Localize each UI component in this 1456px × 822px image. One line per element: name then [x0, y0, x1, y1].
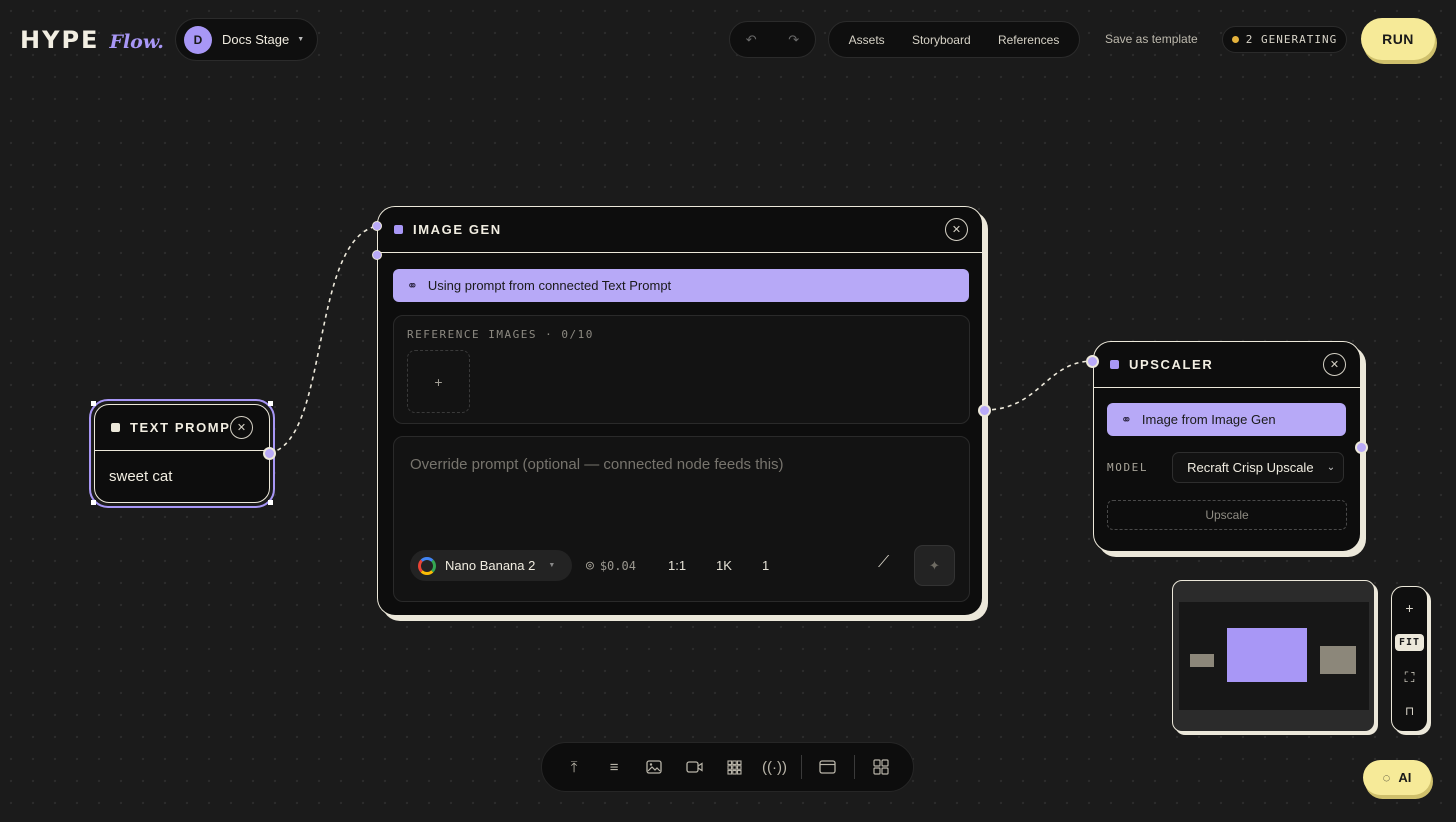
- toolbar-divider: [853, 755, 855, 779]
- node-type-icon: [1110, 360, 1119, 369]
- upload-icon[interactable]: ⤒: [560, 753, 588, 781]
- model-row: MODEL Recraft Crisp Upscale ⌄: [1107, 452, 1345, 483]
- close-icon[interactable]: ✕: [945, 218, 968, 241]
- magic-wand-icon[interactable]: ⟋: [878, 554, 889, 572]
- redo-icon[interactable]: ↷: [788, 32, 799, 48]
- link-banner-text: Using prompt from connected Text Prompt: [427, 278, 672, 293]
- input-port[interactable]: [1086, 355, 1099, 368]
- app-logo[interactable]: HYPE Flow.: [20, 26, 164, 54]
- generating-label: 2 GENERATING: [1245, 33, 1338, 46]
- google-icon: [418, 556, 436, 575]
- nav-references[interactable]: References: [998, 33, 1059, 47]
- input-port[interactable]: [372, 221, 382, 231]
- node-title: IMAGE GEN: [413, 222, 502, 237]
- avatar: D: [184, 25, 212, 54]
- image-link-banner: ⚭ Image from Image Gen: [1107, 403, 1346, 436]
- chevron-down-icon: ▼: [548, 562, 556, 569]
- upscaler-node[interactable]: UPSCALER ✕ ⚭ Image from Image Gen MODEL …: [1093, 341, 1361, 552]
- minimap-node-upscaler: [1320, 646, 1356, 674]
- layout-icon[interactable]: [867, 753, 895, 781]
- ai-assistant-button[interactable]: ◌ AI: [1363, 760, 1431, 795]
- logo-hype: HYPE: [20, 26, 100, 54]
- status-dot-icon: [1231, 36, 1239, 43]
- chevron-down-icon: ⌄: [1326, 462, 1336, 473]
- aspect-ratio-option[interactable]: 1:1: [668, 558, 686, 573]
- zoom-controls: + FIT ⛶ ⊓: [1391, 586, 1428, 732]
- audio-icon[interactable]: ((·)): [761, 753, 789, 781]
- ai-label: AI: [1398, 770, 1412, 785]
- link-banner-text: Image from Image Gen: [1141, 412, 1276, 427]
- override-prompt-placeholder: Override prompt (optional — connected no…: [410, 456, 784, 473]
- model-selector[interactable]: Nano Banana 2 ▼: [410, 550, 572, 581]
- link-icon: ⚭: [1121, 411, 1132, 427]
- output-port[interactable]: [978, 404, 991, 417]
- prompt-link-banner: ⚭ Using prompt from connected Text Promp…: [393, 269, 969, 302]
- image-icon[interactable]: [640, 753, 668, 781]
- minimap-viewport: [1179, 602, 1369, 710]
- nav-storyboard[interactable]: Storyboard: [912, 33, 971, 47]
- resolution-option[interactable]: 1K: [716, 558, 732, 573]
- prompt-text[interactable]: sweet cat: [95, 451, 269, 502]
- output-port[interactable]: [1355, 441, 1368, 454]
- sparkle-icon: ✦: [929, 557, 940, 573]
- upscale-model-select[interactable]: Recraft Crisp Upscale ⌄: [1172, 452, 1345, 483]
- override-prompt-area[interactable]: Override prompt (optional — connected no…: [393, 436, 970, 602]
- history-controls: ↶ ↷: [729, 21, 816, 58]
- chevron-down-icon: ▼: [297, 36, 305, 43]
- grid-icon[interactable]: [720, 753, 748, 781]
- output-port[interactable]: [263, 447, 276, 460]
- minimap-node-image-gen: [1227, 628, 1307, 682]
- link-icon: ⚭: [407, 277, 418, 293]
- node-header[interactable]: UPSCALER ✕: [1094, 342, 1360, 388]
- generating-status[interactable]: 2 GENERATING: [1222, 26, 1347, 53]
- cost-display: ◎ $0.04: [586, 558, 636, 573]
- clapper-icon[interactable]: [814, 753, 842, 781]
- close-icon[interactable]: ✕: [1323, 353, 1346, 376]
- edge-imagegen-to-upscaler: [983, 360, 1093, 411]
- fit-button[interactable]: FIT: [1394, 634, 1425, 651]
- model-name: Nano Banana 2: [445, 558, 536, 573]
- edge-text-to-imagegen: [269, 225, 378, 454]
- logo-flow: Flow.: [109, 31, 164, 53]
- minimap-node-text-prompt: [1190, 654, 1214, 667]
- bottom-toolbar: ⤒ ≡ ((·)): [541, 742, 914, 792]
- reference-images-label: REFERENCE IMAGES · 0/10: [407, 328, 594, 341]
- toolbar-divider: [800, 755, 802, 779]
- upscale-button[interactable]: Upscale: [1107, 500, 1347, 530]
- close-icon[interactable]: ✕: [230, 416, 253, 439]
- cost-value: $0.04: [599, 558, 636, 573]
- nav-assets[interactable]: Assets: [849, 33, 885, 47]
- zoom-in-button[interactable]: +: [1405, 600, 1413, 616]
- save-template-button[interactable]: Save as template: [1105, 32, 1198, 46]
- chat-icon: ◌: [1382, 770, 1391, 785]
- generate-button[interactable]: ✦: [914, 545, 955, 586]
- node-type-icon: [394, 225, 403, 234]
- project-name: Docs Stage: [222, 32, 290, 47]
- coin-icon: ◎: [586, 558, 594, 573]
- image-gen-node[interactable]: IMAGE GEN ✕ ⚭ Using prompt from connecte…: [377, 206, 983, 616]
- fullscreen-icon[interactable]: ⛶: [1405, 669, 1415, 686]
- reference-images-panel: REFERENCE IMAGES · 0/10 +: [393, 315, 970, 424]
- text-icon[interactable]: ≡: [600, 753, 628, 781]
- node-type-icon: [111, 423, 120, 432]
- main-nav: Assets Storyboard References: [828, 21, 1080, 58]
- project-switcher[interactable]: D Docs Stage ▼: [175, 18, 318, 61]
- node-title: UPSCALER: [1129, 357, 1214, 372]
- node-header[interactable]: IMAGE GEN ✕: [378, 207, 982, 253]
- model-label: MODEL: [1107, 461, 1149, 474]
- video-icon[interactable]: [680, 753, 708, 781]
- undo-icon[interactable]: ↶: [746, 32, 757, 48]
- input-port-secondary[interactable]: [372, 250, 382, 260]
- upscale-model-value: Recraft Crisp Upscale: [1187, 460, 1314, 475]
- count-option[interactable]: 1: [762, 558, 769, 573]
- minimap[interactable]: [1172, 580, 1375, 732]
- run-button[interactable]: RUN: [1361, 18, 1435, 60]
- add-reference-button[interactable]: +: [407, 350, 470, 413]
- unlock-icon[interactable]: ⊓: [1405, 704, 1414, 718]
